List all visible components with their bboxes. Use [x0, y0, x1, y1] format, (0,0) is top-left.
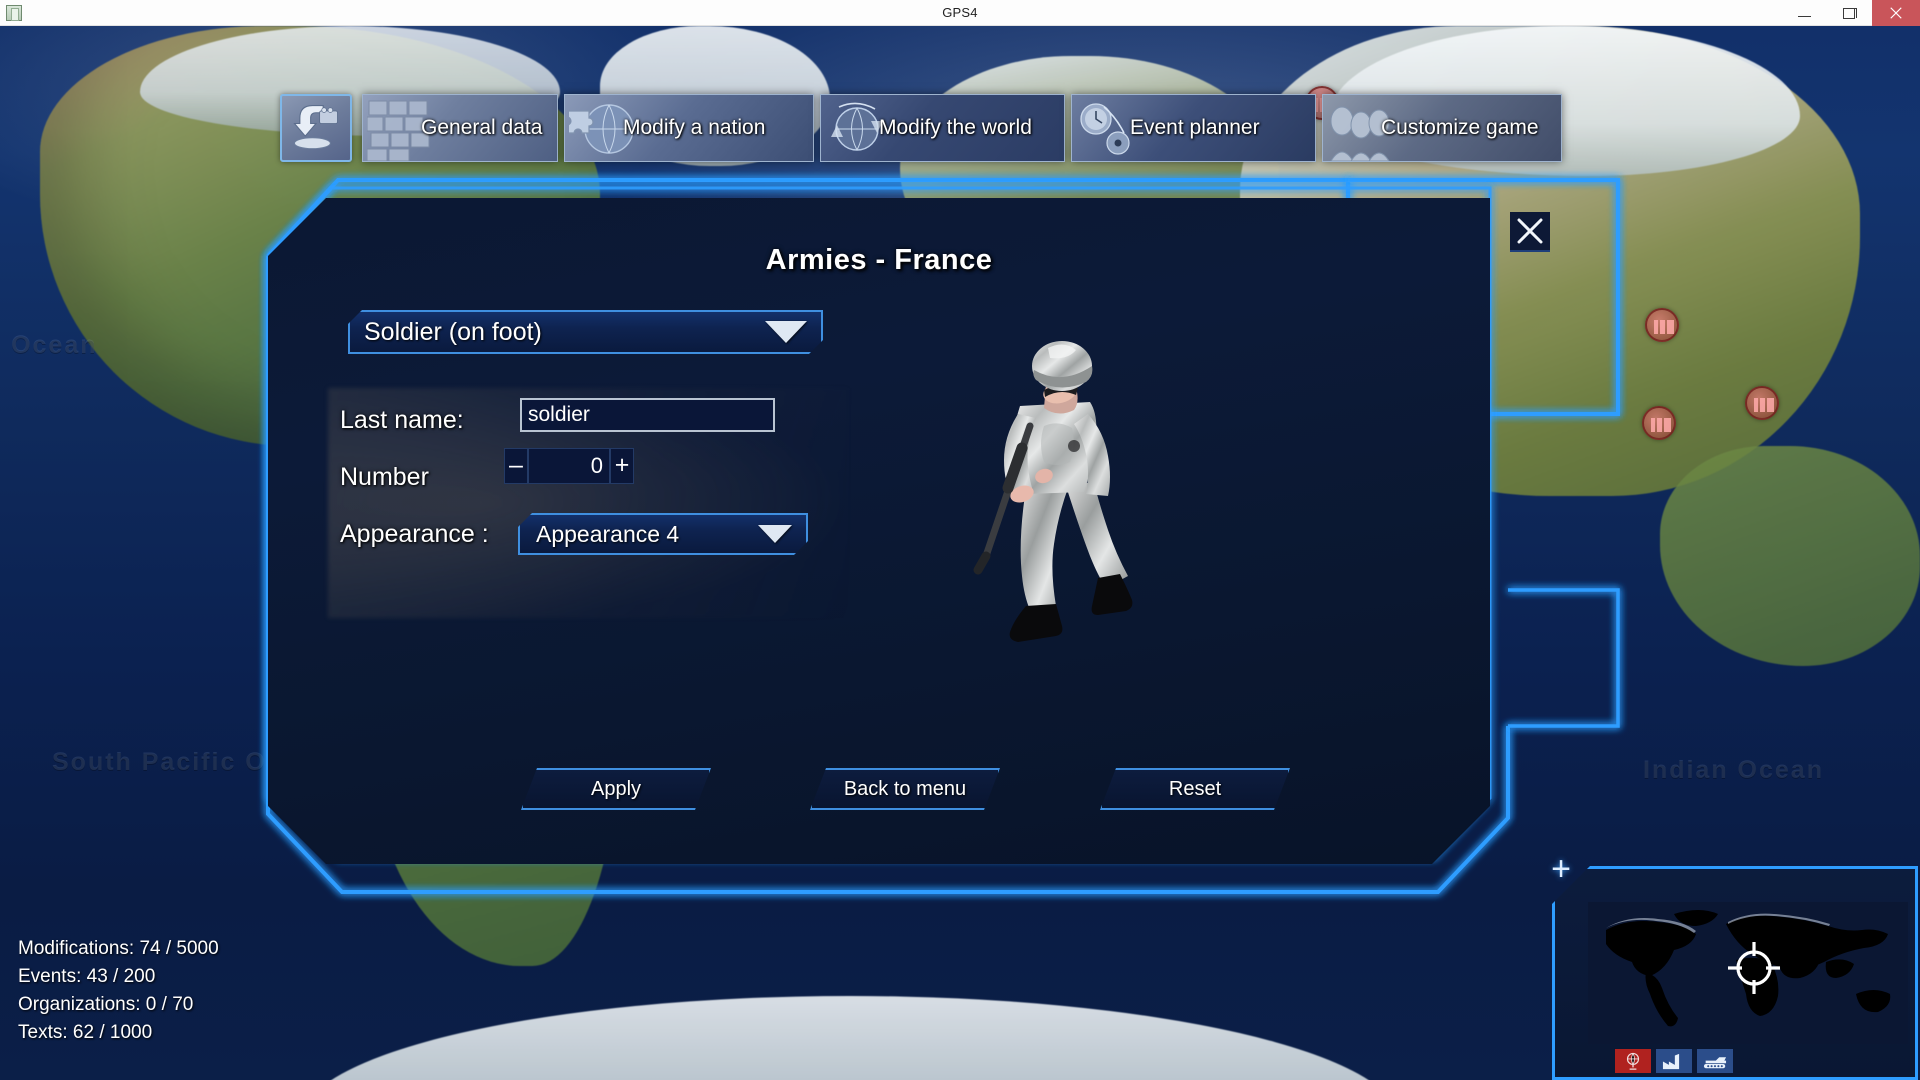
chevron-down-icon — [758, 525, 792, 543]
menu-item-label: Modify a nation — [623, 116, 766, 139]
number-increment-button[interactable]: + — [610, 448, 634, 484]
window-controls — [1782, 0, 1920, 26]
dialog-content-panel: Armies - France Soldier (on foot) Last n… — [268, 198, 1490, 864]
soldier-winter-camouflage-icon — [973, 341, 1133, 642]
city-marker[interactable] — [1745, 386, 1779, 420]
minimize-button[interactable] — [1782, 0, 1827, 26]
main-menubar: General data Modify a nation Modify the … — [280, 94, 1568, 164]
landmass-antarctica — [300, 996, 1400, 1080]
appearance-select[interactable]: Appearance 4 — [518, 513, 808, 555]
save-load-button[interactable] — [280, 94, 352, 162]
appearance-label: Appearance : — [340, 520, 489, 548]
tank-icon — [1703, 1056, 1727, 1068]
appearance-value: Appearance 4 — [536, 520, 680, 547]
armies-dialog: Armies - France Soldier (on foot) Last n… — [266, 178, 1658, 900]
stat-texts: Texts: 62 / 1000 — [18, 1022, 153, 1043]
back-to-menu-button[interactable]: Back to menu — [810, 768, 1000, 810]
unit-type-select[interactable]: Soldier (on foot) — [348, 310, 823, 354]
menu-item-customize-game[interactable]: Customize game — [1322, 94, 1562, 162]
minimap-mode-buttons — [1614, 1048, 1734, 1074]
close-icon — [1517, 218, 1543, 244]
menu-item-event-planner[interactable]: Event planner — [1071, 94, 1316, 162]
menu-item-label: General data — [421, 116, 543, 139]
reset-button[interactable]: Reset — [1100, 768, 1290, 810]
window-title: GPS4 — [942, 5, 978, 20]
menu-item-label: Modify the world — [879, 116, 1032, 139]
minimap-mode-political[interactable] — [1614, 1048, 1652, 1074]
close-icon — [1890, 7, 1902, 19]
number-decrement-button[interactable]: – — [504, 448, 528, 484]
stat-organizations: Organizations: 0 / 70 — [18, 994, 194, 1015]
menu-item-modify-nation[interactable]: Modify a nation — [564, 94, 814, 162]
number-input[interactable]: 0 — [528, 448, 610, 484]
lastname-input[interactable]: soldier — [520, 398, 775, 432]
apply-button[interactable]: Apply — [521, 768, 711, 810]
game-stats-panel: Modifications: 74 / 5000 Events: 43 / 20… — [18, 935, 219, 1047]
unit-preview — [948, 318, 1178, 648]
crosshair-icon — [1728, 942, 1780, 994]
save-load-icon — [293, 105, 338, 150]
factory-icon — [1662, 1053, 1680, 1069]
minimize-icon — [1798, 15, 1811, 18]
lastname-value: soldier — [528, 403, 590, 426]
maximize-button[interactable] — [1827, 0, 1872, 26]
stat-modifications: Modifications: 74 / 5000 — [18, 938, 219, 959]
minimap-canvas[interactable] — [1588, 902, 1908, 1044]
menu-item-modify-world[interactable]: Modify the world — [820, 94, 1065, 162]
number-stepper: – 0 + — [504, 448, 634, 484]
menu-item-label: Event planner — [1130, 116, 1260, 139]
globe-podium-icon — [1626, 1052, 1640, 1070]
unit-type-value: Soldier (on foot) — [364, 317, 542, 346]
number-label: Number — [340, 463, 429, 491]
menu-item-label: Customize game — [1381, 116, 1539, 139]
dialog-title: Armies - France — [765, 244, 993, 276]
restore-icon — [1843, 7, 1857, 19]
menu-item-general-data[interactable]: General data — [362, 94, 558, 162]
window-titlebar: GPS4 — [0, 0, 1920, 26]
minimap-mode-economy[interactable] — [1655, 1048, 1693, 1074]
lastname-label: Last name: — [340, 406, 464, 434]
minimap-mode-military[interactable] — [1696, 1048, 1734, 1074]
landmass-southeast-asia — [1660, 446, 1920, 666]
stat-events: Events: 43 / 200 — [18, 966, 156, 987]
close-window-button[interactable] — [1872, 0, 1920, 26]
dialog-close-button[interactable] — [1510, 212, 1550, 252]
chevron-down-icon — [765, 321, 807, 343]
